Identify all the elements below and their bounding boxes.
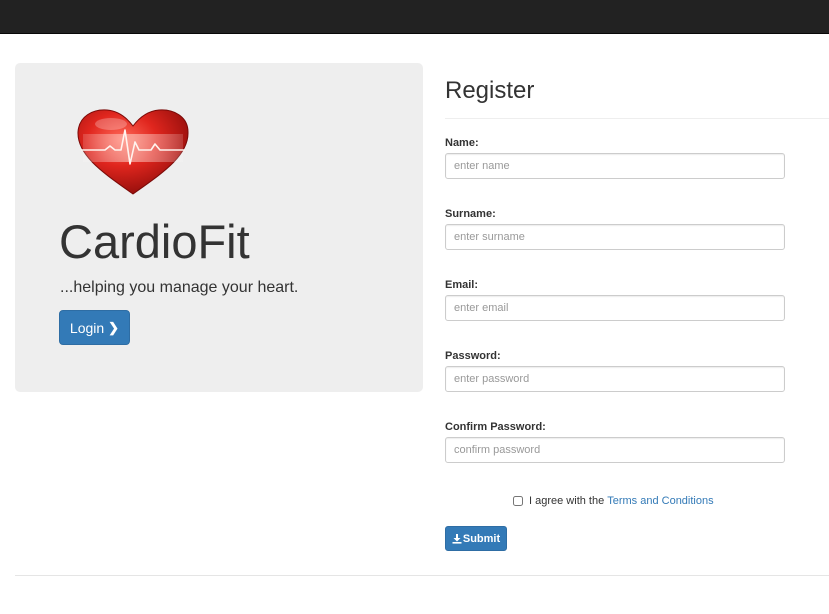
heart-logo-icon: [77, 109, 189, 195]
register-heading: Register: [445, 77, 535, 104]
terms-agreement: I agree with the Terms and Conditions: [511, 494, 714, 508]
password-input[interactable]: [445, 366, 785, 392]
register-divider: [445, 118, 829, 119]
chevron-right-icon: ❯: [108, 319, 120, 335]
password-label: Password:: [445, 350, 501, 362]
terms-link[interactable]: Terms and Conditions: [607, 494, 713, 508]
download-icon: [452, 533, 462, 544]
name-input[interactable]: [445, 153, 785, 179]
agree-checkbox[interactable]: [513, 496, 523, 506]
login-button-label: Login: [69, 319, 105, 336]
surname-label: Surname:: [445, 208, 496, 220]
email-input[interactable]: [445, 295, 785, 321]
top-navbar: [0, 0, 829, 34]
login-button[interactable]: Login ❯: [59, 310, 130, 345]
submit-button-label: Submit: [462, 532, 501, 545]
confirm-password-label: Confirm Password:: [445, 421, 546, 433]
footer-divider: [15, 575, 829, 576]
surname-input[interactable]: [445, 224, 785, 250]
confirm-password-input[interactable]: [445, 437, 785, 463]
name-label: Name:: [445, 137, 479, 149]
submit-button[interactable]: Submit: [445, 526, 507, 551]
brand-title: CardioFit: [59, 215, 250, 268]
agree-text: I agree with the: [529, 495, 605, 507]
brand-tagline: ...helping you manage your heart.: [60, 279, 299, 296]
email-label: Email:: [445, 279, 479, 291]
